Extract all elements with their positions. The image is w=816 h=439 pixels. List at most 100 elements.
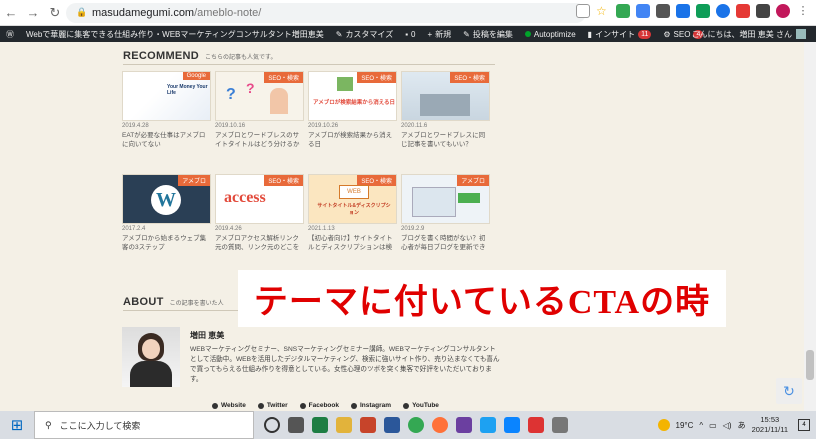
about-title: ABOUT (123, 296, 164, 308)
wp-site-title[interactable]: Webで華麗に集客できる仕組み作り・WEBマーケティングコンサルタント増田恵美 (20, 29, 330, 40)
puzzle-icon[interactable] (756, 4, 770, 18)
laptop-illustration (420, 94, 470, 116)
taskbar-search[interactable]: ⚲ ここに入力して検索 (34, 411, 254, 439)
article-card[interactable]: SEO・検索 2020.11.6 アメブロとワードプレスに同じ記事を書いてもいい… (401, 71, 490, 149)
cloud-icon[interactable] (504, 417, 520, 433)
beginner-mark-icon (458, 193, 480, 203)
forward-icon[interactable]: → (22, 5, 44, 20)
notification-icon[interactable]: 4 (798, 419, 810, 431)
drive-icon[interactable] (616, 4, 630, 18)
category-badge: SEO・検索 (264, 72, 303, 83)
weather-temp[interactable]: 19°C (676, 421, 694, 430)
star-icon[interactable]: ☆ (596, 4, 610, 18)
social-link-twitter[interactable]: Twitter (257, 402, 288, 409)
scrollbar[interactable] (804, 42, 816, 411)
word-icon[interactable] (384, 417, 400, 433)
article-thumbnail: SEO・検索 WEB サイトタイトル&ディスクリプション (308, 174, 397, 224)
article-thumbnail: アメブロ W (122, 174, 211, 224)
social-links: Website Twitter Facebook Instagram YouTu… (212, 402, 439, 409)
cta-overlay-banner: テーマに付いているCTAの時 (238, 270, 726, 327)
thumb-text: サイトタイトル&ディスクリプション (317, 203, 391, 216)
article-card[interactable]: アメブロ 2019.2.9 ブログを書く時間がない？初心者が毎日ブログを更新でき… (401, 174, 490, 252)
insight-badge: 11 (638, 29, 652, 39)
thumb-text: Your Money Your Life (167, 84, 208, 96)
social-link-facebook[interactable]: Facebook (299, 402, 339, 409)
wp-logo-icon[interactable]: Ⓦ (0, 29, 20, 40)
article-date: 2019.4.26 (215, 226, 242, 232)
divider (123, 64, 495, 65)
scrollbar-thumb[interactable] (806, 350, 814, 380)
thumb-text: access (224, 189, 266, 206)
article-date: 2021.1.13 (308, 226, 335, 232)
web-label: WEB (339, 185, 369, 199)
profile-avatar[interactable] (776, 4, 790, 18)
extension-icon[interactable] (676, 4, 690, 18)
chevron-up-icon[interactable]: ^ (699, 421, 703, 430)
category-badge: SEO・検索 (450, 72, 489, 83)
powerpoint-icon[interactable] (360, 417, 376, 433)
article-card[interactable]: Google Your Money Your Life 2019.4.28 EA… (122, 71, 211, 149)
article-card[interactable]: アメブロ W 2017.2.4 アメブロから始まるウェブ集客の3ステップ (122, 174, 211, 252)
recommend-heading: RECOMMEND こちらの記事も人気です。 (123, 50, 276, 62)
brush-icon: ✎ (335, 29, 343, 39)
eyedropper-icon[interactable] (656, 4, 670, 18)
cortana-icon[interactable] (264, 417, 280, 433)
pencil-icon: ✎ (463, 29, 470, 39)
windows-start-icon[interactable]: ⊞ (0, 411, 34, 439)
app-icon[interactable] (528, 417, 544, 433)
search-icon: ⚲ (45, 419, 52, 430)
clock[interactable]: 15:53 2021/11/11 (752, 415, 788, 435)
app-icon[interactable] (480, 417, 496, 433)
wp-customize[interactable]: ✎ カスタマイズ (330, 29, 399, 40)
category-badge: Google (182, 72, 210, 80)
article-date: 2020.11.6 (401, 123, 428, 129)
article-date: 2019.10.26 (308, 123, 339, 129)
task-view-icon[interactable] (288, 417, 304, 433)
extension-icon[interactable] (736, 4, 750, 18)
article-title: アメブロとワードプレスのサイトタイトルはどう分けるか (215, 132, 300, 148)
app-icon[interactable] (552, 417, 568, 433)
article-date: 2019.10.16 (215, 123, 246, 129)
reload-icon[interactable]: ↻ (44, 5, 66, 21)
article-title: アメブロアクセス解析リンク元の質問、リンク元のどこを伸ばす？ (215, 235, 300, 251)
social-link-website[interactable]: Website (212, 402, 246, 409)
extension-icon[interactable] (716, 4, 730, 18)
address-bar[interactable]: 🔒 masudamegumi.com/ameblo-note/ (66, 3, 586, 23)
status-dot-icon (524, 31, 531, 37)
firefox-icon[interactable] (432, 417, 448, 433)
plus-icon[interactable] (696, 4, 710, 18)
volume-icon[interactable]: ◁) (723, 421, 732, 430)
weather-icon (657, 419, 670, 431)
face-illustration (142, 339, 160, 359)
ime-indicator[interactable]: あ (738, 420, 746, 431)
article-card[interactable]: SEO・検索 WEB サイトタイトル&ディスクリプション 2021.1.13 【… (308, 174, 397, 252)
wp-insight[interactable]: ▮ インサイト 11 (582, 29, 658, 40)
app-icon[interactable] (456, 417, 472, 433)
file-explorer-icon[interactable] (336, 417, 352, 433)
excel-icon[interactable] (312, 417, 328, 433)
wp-account[interactable]: こんにちは、増田 恵美 さん (692, 26, 806, 42)
question-icon: ? (246, 80, 255, 96)
wp-comments[interactable]: ▪ 0 (399, 30, 421, 39)
extensions: ☆ ⋮ (576, 4, 810, 18)
menu-icon[interactable]: ⋮ (796, 4, 810, 18)
browser-toolbar: ← → ↻ 🔒 masudamegumi.com/ameblo-note/ ☆ … (0, 0, 816, 26)
extension-icon[interactable] (636, 4, 650, 18)
recommend-title: RECOMMEND (123, 50, 200, 62)
category-badge: アメブロ (457, 175, 489, 186)
chrome-icon[interactable] (408, 417, 424, 433)
social-link-instagram[interactable]: Instagram (350, 402, 391, 409)
article-card[interactable]: SEO・検索 access 2019.4.26 アメブロアクセス解析リンク元の質… (215, 174, 304, 252)
network-icon[interactable]: ▭ (709, 421, 717, 430)
back-icon[interactable]: ← (0, 5, 22, 20)
recaptcha-icon[interactable]: ↻ (776, 378, 802, 404)
zoom-icon[interactable] (576, 4, 590, 18)
wp-autoptimize[interactable]: Autoptimize (519, 30, 582, 39)
social-link-youtube[interactable]: YouTube (403, 402, 439, 409)
ameblo-logo-icon (337, 77, 353, 91)
wp-new[interactable]: + 新規 (422, 29, 458, 40)
article-card[interactable]: SEO・検索 ? ? 2019.10.16 アメブロとワードプレスのサイトタイト… (215, 71, 304, 149)
wp-edit-post[interactable]: ✎ 投稿を編集 (457, 29, 519, 40)
article-thumbnail: SEO・検索 アメブロが検索結果から消える日 (308, 71, 397, 121)
article-card[interactable]: SEO・検索 アメブロが検索結果から消える日 2019.10.26 アメブロが検… (308, 71, 397, 149)
